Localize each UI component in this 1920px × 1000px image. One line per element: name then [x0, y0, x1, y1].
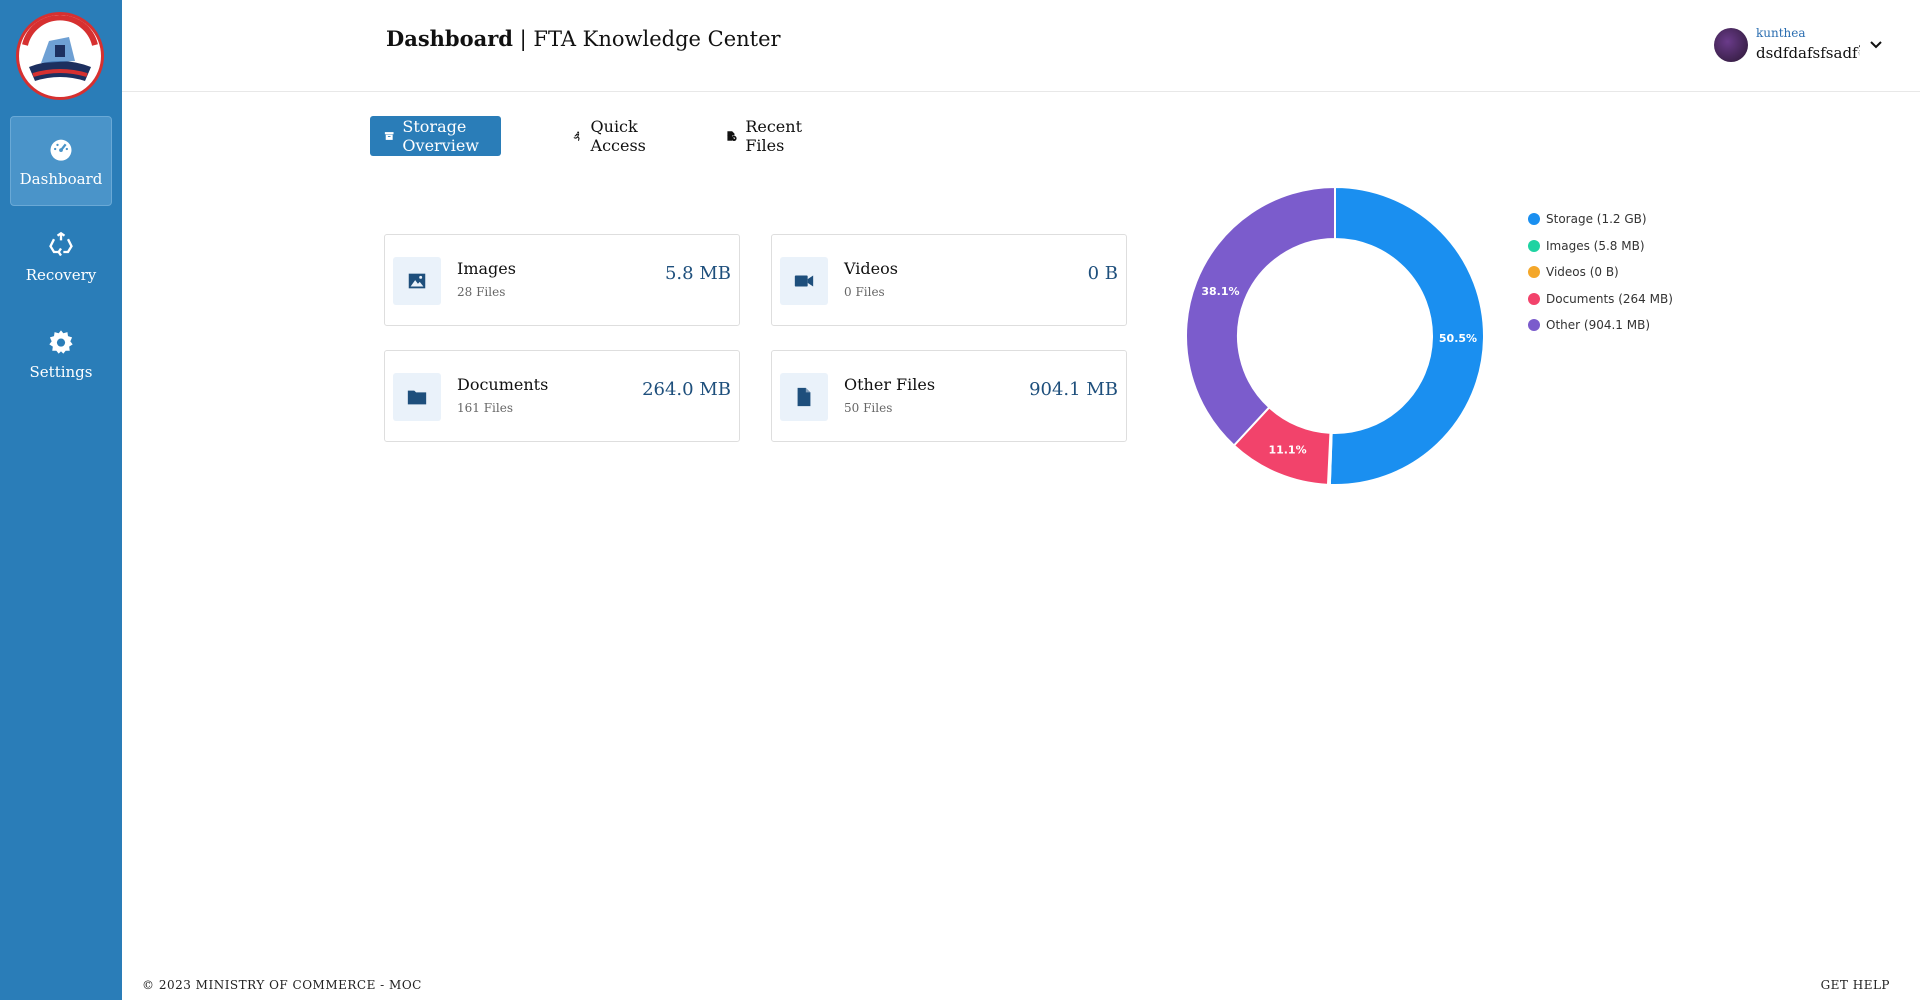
file-icon [797, 387, 811, 407]
card-size: 0 B [1087, 263, 1118, 284]
legend-item[interactable]: Videos (0 B) [1528, 259, 1673, 286]
tab-label: Recent Files [745, 117, 802, 155]
user-name: kunthea [1756, 26, 1806, 40]
storage-card-documents[interactable]: Documents 161 Files 264.0 MB [384, 350, 740, 442]
file-clock-icon [727, 131, 737, 141]
folder-icon [407, 390, 427, 405]
donut-slice-label: 50.5% [1439, 332, 1477, 345]
storage-donut-chart: 50.5% 11.1% 38.1% [1185, 185, 1485, 486]
legend-label: Videos (0 B) [1546, 265, 1619, 280]
page-title-sub: | FTA Knowledge Center [512, 27, 781, 51]
chart-legend: Storage (1.2 GB) Images (5.8 MB) Videos (0… [1528, 206, 1673, 339]
sidebar-item-label: Settings [29, 363, 93, 381]
legend-color-dot [1528, 266, 1540, 279]
card-file-count: 161 Files [457, 401, 513, 415]
tab-label: Storage Overview [402, 117, 479, 155]
card-title: Videos [844, 259, 898, 278]
card-file-count: 0 Files [844, 285, 885, 299]
gear-icon [49, 330, 73, 354]
sidebar-item-dashboard[interactable]: Dashboard [10, 116, 112, 206]
legend-color-dot [1528, 213, 1540, 226]
legend-item[interactable]: Storage (1.2 GB) [1528, 206, 1673, 233]
legend-label: Storage (1.2 GB) [1546, 212, 1647, 227]
donut-slice-label: 11.1% [1268, 443, 1306, 456]
card-title: Images [457, 259, 516, 278]
sidebar: Dashboard Recovery Settings [0, 0, 122, 1000]
card-icon-container [780, 257, 828, 305]
footer-copyright: © 2023 MINISTRY OF COMMERCE - MOC [142, 978, 422, 992]
legend-label: Documents (264 MB) [1546, 291, 1673, 306]
sidebar-item-recovery[interactable]: Recovery [10, 213, 112, 303]
donut-svg: 50.5% 11.1% 38.1% [1185, 185, 1485, 486]
legend-item[interactable]: Images (5.8 MB) [1528, 233, 1673, 260]
user-menu[interactable]: kunthea dsdfdafsfsadf៏ [1714, 24, 1884, 68]
archive-icon [384, 132, 394, 140]
tab-storage-overview[interactable]: Storage Overview [370, 116, 501, 156]
running-icon [573, 131, 580, 141]
user-subtitle: dsdfdafsfsadf៏ [1756, 44, 1860, 62]
page-title-main: Dashboard [386, 26, 513, 51]
legend-label: Images (5.8 MB) [1546, 238, 1645, 253]
card-title: Other Files [844, 375, 936, 394]
legend-color-dot [1528, 292, 1540, 305]
header: Dashboard | FTA Knowledge Center kunthea… [122, 0, 1920, 92]
tab-quick-access[interactable]: Quick Access [558, 116, 667, 156]
sidebar-item-settings[interactable]: Settings [10, 310, 112, 400]
card-file-count: 50 Files [844, 401, 893, 415]
storage-card-videos[interactable]: Videos 0 Files 0 B [771, 234, 1127, 326]
legend-color-dot [1528, 239, 1540, 252]
sidebar-item-label: Recovery [25, 266, 97, 284]
card-size: 5.8 MB [664, 263, 731, 284]
card-icon-container [393, 257, 441, 305]
card-file-count: 28 Files [457, 285, 506, 299]
video-icon [794, 275, 814, 287]
legend-item[interactable]: Other (904.1 MB) [1528, 312, 1673, 339]
card-icon-container [393, 373, 441, 421]
card-icon-container [780, 373, 828, 421]
sidebar-item-label: Dashboard [19, 170, 103, 188]
tab-label: Quick Access [590, 117, 646, 155]
recycle-icon [49, 231, 73, 257]
legend-label: Other (904.1 MB) [1546, 318, 1651, 333]
tab-recent-files[interactable]: Recent Files [712, 116, 823, 156]
donut-slice-label: 38.1% [1201, 285, 1239, 298]
legend-item[interactable]: Documents (264 MB) [1528, 286, 1673, 313]
page-title: Dashboard | FTA Knowledge Center [386, 26, 781, 51]
donut-slice-4[interactable] [1185, 185, 1336, 447]
card-size: 264.0 MB [642, 379, 731, 400]
storage-card-images[interactable]: Images 28 Files 5.8 MB [384, 234, 740, 326]
chevron-down-icon[interactable] [1868, 36, 1884, 52]
image-icon [408, 273, 426, 289]
avatar[interactable] [1714, 28, 1748, 62]
card-title: Documents [457, 375, 549, 394]
card-size: 904.1 MB [1029, 379, 1118, 400]
storage-card-other-files[interactable]: Other Files 50 Files 904.1 MB [771, 350, 1127, 442]
legend-color-dot [1528, 319, 1540, 332]
ministry-logo[interactable] [16, 12, 104, 100]
speedometer-icon [50, 139, 72, 161]
get-help-link[interactable]: GET HELP [1821, 978, 1890, 992]
